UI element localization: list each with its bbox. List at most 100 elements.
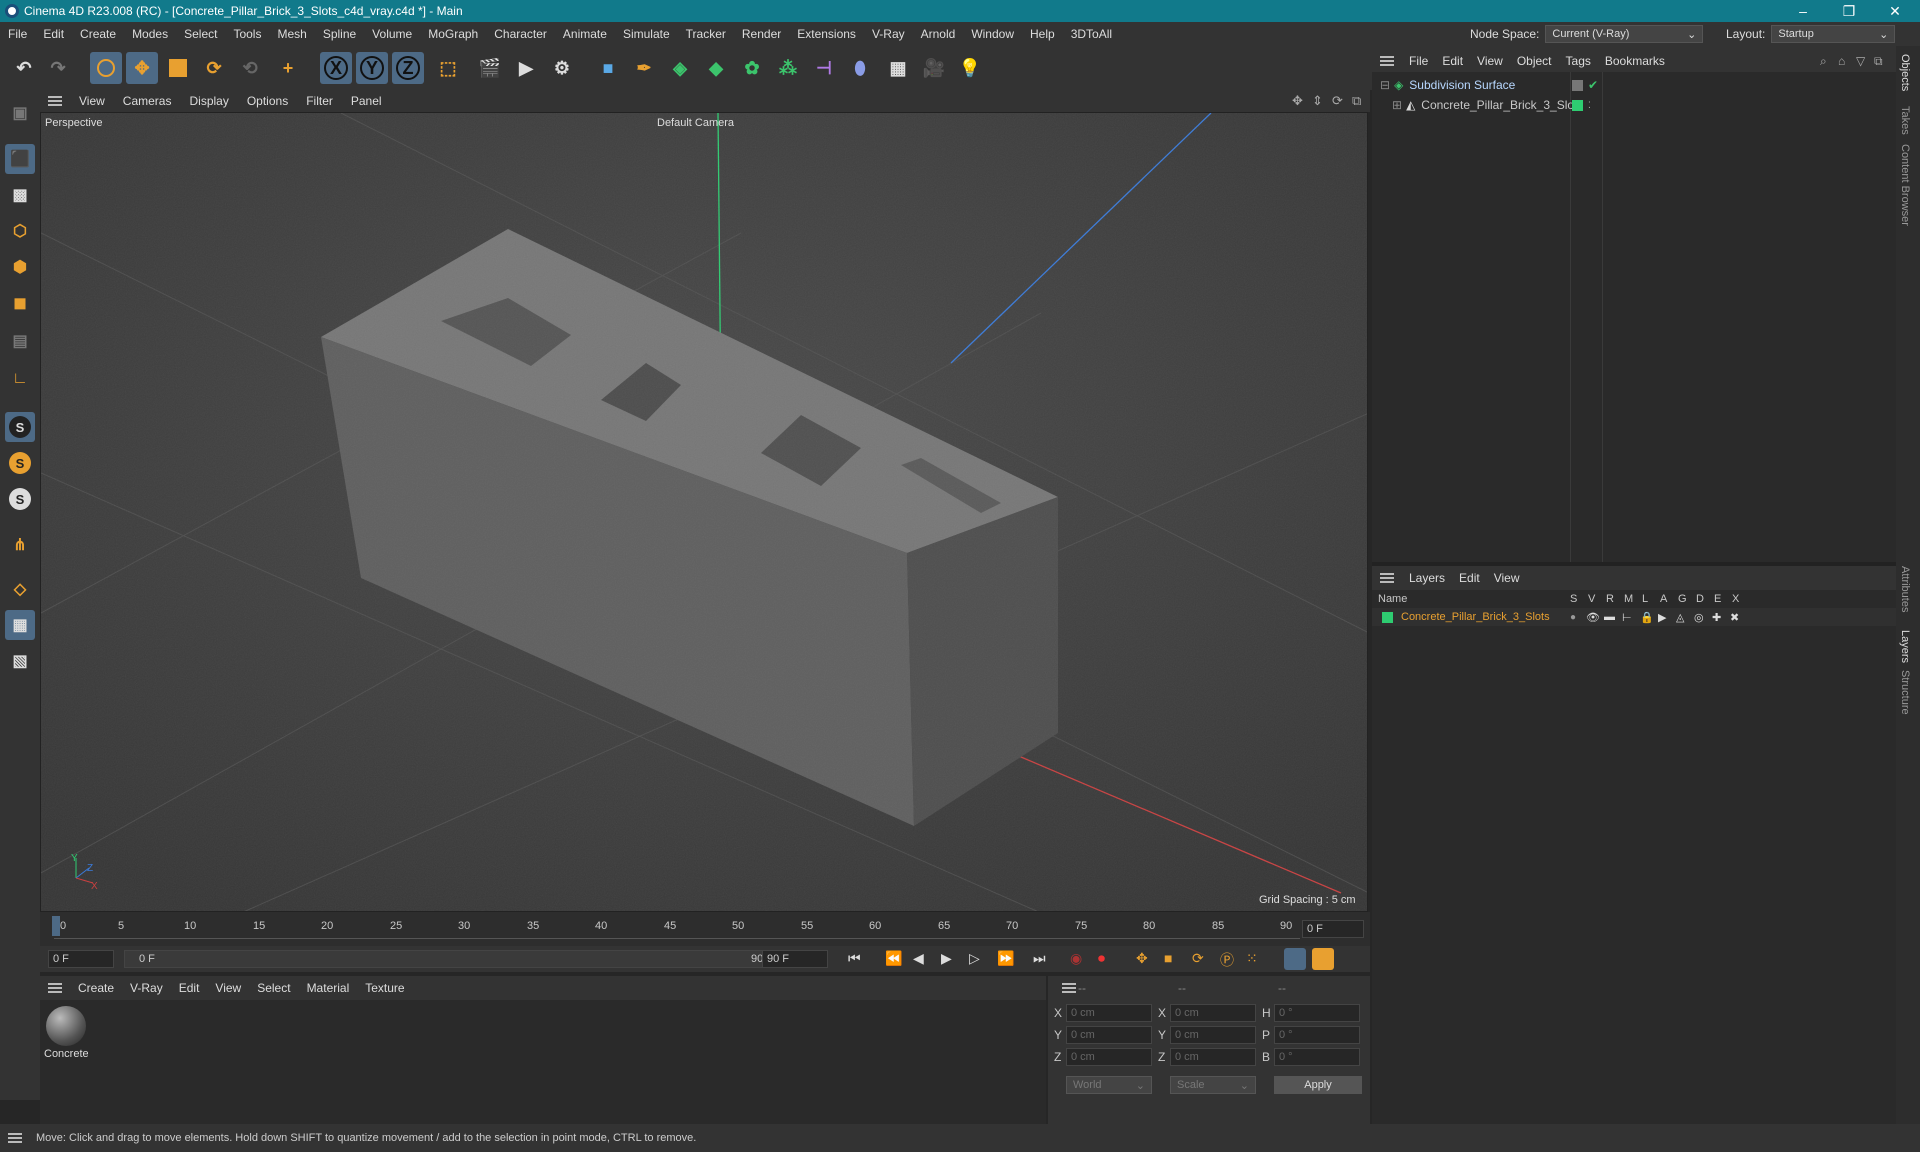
render-clapper-icon[interactable]: ▬: [1604, 611, 1615, 623]
object-row-brick[interactable]: ⊞ ◭ Concrete_Pillar_Brick_3_Slots ⁚: [1374, 96, 1894, 114]
end-frame-field[interactable]: 90 F: [762, 950, 828, 968]
maximize-button[interactable]: ❐: [1826, 0, 1872, 22]
object-menu-object[interactable]: Object: [1510, 54, 1559, 68]
position-y-field[interactable]: 0 cm: [1066, 1026, 1152, 1044]
size-z-field[interactable]: 0 cm: [1170, 1048, 1256, 1066]
magnet-button[interactable]: ⋔: [5, 530, 35, 560]
timeline-view-button[interactable]: [1312, 948, 1334, 970]
material-menu-icon[interactable]: [48, 983, 62, 993]
edit-toggle-icon[interactable]: [1572, 79, 1583, 91]
cloner-button[interactable]: ✿: [736, 52, 768, 84]
layer-color-swatch[interactable]: [1572, 99, 1583, 111]
zoom-view-icon[interactable]: ⇕: [1312, 93, 1323, 109]
record-icon[interactable]: ◉: [1070, 950, 1082, 967]
solo-dot-icon[interactable]: ●: [1570, 612, 1576, 623]
viewport-menu-icon[interactable]: [48, 96, 62, 106]
layer-row[interactable]: Concrete_Pillar_Brick_3_Slots ● 👁 ▬ ⊢ 🔒 …: [1372, 608, 1896, 626]
next-frame-icon[interactable]: ▷: [969, 950, 980, 967]
key-position-icon[interactable]: ✥: [1136, 950, 1148, 967]
close-button[interactable]: ✕: [1872, 0, 1918, 22]
viewport-menu-display[interactable]: Display: [180, 94, 237, 108]
lock-icon[interactable]: 🔒: [1640, 611, 1654, 624]
camera-label[interactable]: Default Camera: [657, 117, 734, 129]
axis-z-button[interactable]: Z: [392, 52, 424, 84]
light-button[interactable]: 💡: [954, 52, 986, 84]
timeline-ruler[interactable]: 0 5 10 15 20 25 30 35 40 45 50 55 60 65 …: [40, 912, 1370, 946]
coordinates-menu-icon[interactable]: [1062, 983, 1076, 993]
go-to-start-icon[interactable]: ⏮: [848, 950, 861, 967]
manager-tree-icon[interactable]: ⊢: [1622, 611, 1632, 624]
key-parameter-icon[interactable]: Ⓟ: [1220, 950, 1234, 970]
menu-animate[interactable]: Animate: [555, 27, 615, 41]
object-menu-file[interactable]: File: [1402, 54, 1435, 68]
position-z-field[interactable]: 0 cm: [1066, 1048, 1152, 1066]
next-key-icon[interactable]: ⏩: [997, 950, 1014, 967]
current-frame-field[interactable]: 0 F: [1302, 920, 1364, 938]
menu-arnold[interactable]: Arnold: [913, 27, 964, 41]
range-slider[interactable]: 0 F 90 F: [124, 950, 784, 968]
deformer-button[interactable]: ⊣: [808, 52, 840, 84]
viewport-3d[interactable]: Perspective Default Camera Grid Spacing …: [40, 112, 1368, 912]
play-icon[interactable]: ▶: [941, 950, 952, 967]
points-mode-button[interactable]: ⬡: [5, 216, 35, 246]
viewport-menu-cameras[interactable]: Cameras: [114, 94, 181, 108]
layer-menu-edit[interactable]: Edit: [1452, 571, 1487, 585]
search-icon[interactable]: ⌕: [1820, 54, 1827, 69]
polygons-mode-button[interactable]: ◼: [5, 288, 35, 318]
extrude-button[interactable]: ◆: [700, 52, 732, 84]
cube-object-button[interactable]: ■: [592, 52, 624, 84]
menu-spline[interactable]: Spline: [315, 27, 364, 41]
pan-view-icon[interactable]: ✥: [1292, 93, 1303, 109]
key-rotation-icon[interactable]: ⟳: [1192, 950, 1204, 967]
position-x-field[interactable]: 0 cm: [1066, 1004, 1152, 1022]
recent-tool-button[interactable]: ⟲: [234, 52, 266, 84]
coordinate-system-button[interactable]: ⬚: [432, 52, 464, 84]
tab-attributes[interactable]: Attributes: [1899, 566, 1911, 612]
scale-mode-dropdown[interactable]: Scale ⌄: [1170, 1076, 1256, 1094]
menu-mograph[interactable]: MoGraph: [420, 27, 486, 41]
node-space-dropdown[interactable]: Current (V-Ray) ⌄: [1545, 25, 1704, 43]
subdivision-button[interactable]: ◈: [664, 52, 696, 84]
menu-vray[interactable]: V-Ray: [864, 27, 913, 41]
render-settings-button[interactable]: ⚙: [546, 52, 578, 84]
field-button[interactable]: ⬮: [844, 52, 876, 84]
deformer-icon[interactable]: ◎: [1694, 611, 1704, 624]
concrete-brick-model[interactable]: [41, 113, 1368, 912]
menu-render[interactable]: Render: [734, 27, 789, 41]
select-tool-button[interactable]: [90, 52, 122, 84]
material-menu-create[interactable]: Create: [70, 981, 122, 995]
create-object-button[interactable]: +: [272, 52, 304, 84]
rotation-p-field[interactable]: 0 °: [1274, 1026, 1360, 1044]
material-menu-texture[interactable]: Texture: [357, 981, 412, 995]
scale-tool-button[interactable]: [162, 52, 194, 84]
tab-structure[interactable]: Structure: [1899, 670, 1911, 715]
menu-mesh[interactable]: Mesh: [269, 27, 314, 41]
menu-edit[interactable]: Edit: [35, 27, 72, 41]
undo-button[interactable]: ↶: [8, 52, 40, 84]
object-menu-tags[interactable]: Tags: [1559, 54, 1598, 68]
menu-volume[interactable]: Volume: [364, 27, 420, 41]
material-menu-material[interactable]: Material: [299, 981, 358, 995]
xref-icon[interactable]: ✖: [1730, 611, 1739, 624]
go-to-end-icon[interactable]: ⏭: [1033, 950, 1046, 967]
object-menu-icon[interactable]: [1380, 56, 1394, 66]
camera-button[interactable]: 🎥: [918, 52, 950, 84]
make-editable-button[interactable]: ▣: [5, 98, 35, 128]
key-pla-icon[interactable]: ⁙: [1246, 950, 1258, 967]
object-menu-view[interactable]: View: [1470, 54, 1510, 68]
viewport-menu-filter[interactable]: Filter: [297, 94, 342, 108]
material-menu-view[interactable]: View: [207, 981, 249, 995]
material-menu-vray[interactable]: V-Ray: [122, 981, 171, 995]
uv-mode-button[interactable]: ▤: [5, 326, 35, 356]
tree-expand-icon[interactable]: ⊟: [1380, 78, 1390, 92]
axis-x-button[interactable]: X: [320, 52, 352, 84]
object-menu-edit[interactable]: Edit: [1435, 54, 1470, 68]
viewport-menu-panel[interactable]: Panel: [342, 94, 391, 108]
size-y-field[interactable]: 0 cm: [1170, 1026, 1256, 1044]
rotation-h-field[interactable]: 0 °: [1274, 1004, 1360, 1022]
quantize-button[interactable]: S: [5, 484, 35, 514]
axis-mode-button[interactable]: ∟: [5, 364, 35, 394]
menu-tracker[interactable]: Tracker: [678, 27, 734, 41]
animation-play-icon[interactable]: ▶: [1658, 611, 1666, 624]
tab-layers[interactable]: Layers: [1899, 630, 1911, 663]
